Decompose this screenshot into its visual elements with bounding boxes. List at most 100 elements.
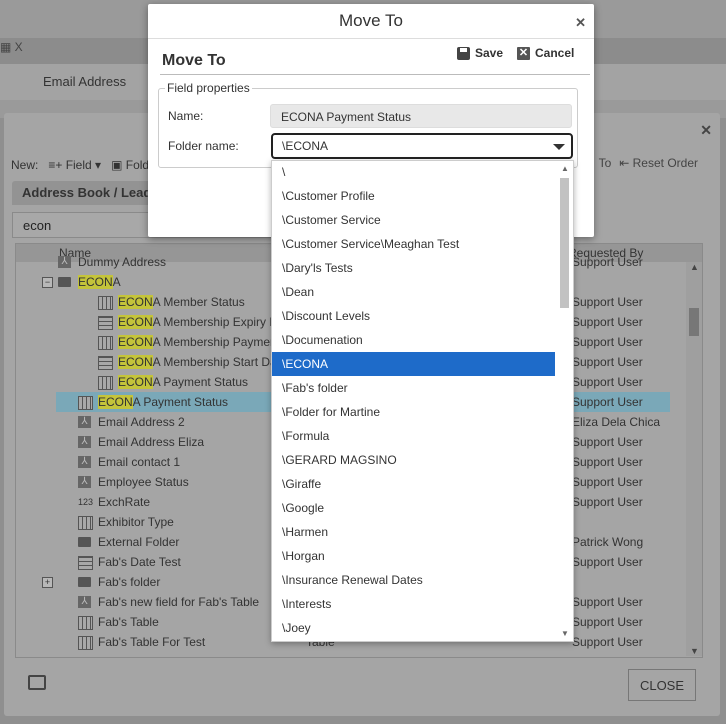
row-requested-by: Support User (572, 295, 643, 309)
scroll-down-icon[interactable]: ▼ (561, 629, 569, 638)
folder-icon (78, 577, 91, 587)
scroll-up-icon[interactable]: ▲ (561, 164, 569, 173)
dropdown-option[interactable]: \Joey (272, 616, 555, 640)
row-requested-by: Support User (572, 255, 643, 269)
folder-icon (78, 537, 91, 547)
move-to-button[interactable]: To (599, 156, 612, 170)
search-match-highlight: ECON (118, 335, 153, 349)
fieldset-legend: Field properties (165, 81, 252, 95)
search-match-highlight: ECON (98, 395, 133, 409)
dropdown-option[interactable]: \Folder for Martine (272, 400, 555, 424)
search-match-highlight: ECON (118, 295, 153, 309)
calendar-icon (98, 356, 113, 370)
table-field-icon (98, 296, 113, 310)
dropdown-option[interactable]: \Customer Service (272, 208, 555, 232)
row-requested-by: Support User (572, 495, 643, 509)
text-field-icon: ⅄ (78, 596, 91, 608)
dropdown-option[interactable]: \Dean (272, 280, 555, 304)
tab-address-book[interactable]: Address Book / Lead (12, 181, 162, 205)
dropdown-scrollbar[interactable]: ▲ ▼ (556, 161, 573, 641)
text-field-icon: ⅄ (78, 456, 91, 468)
row-requested-by: Support User (572, 635, 643, 649)
folder-name-select[interactable]: \ECONA (271, 133, 573, 159)
search-match-highlight: ECON (118, 375, 153, 389)
folder-dropdown-list: \ \Customer Profile \Customer Service \Cust… (271, 160, 574, 642)
monitor-icon[interactable] (28, 675, 46, 690)
dropdown-option[interactable]: \Formula (272, 424, 555, 448)
collapse-icon[interactable]: − (42, 277, 53, 288)
dropdown-option[interactable]: \Giraffe (272, 472, 555, 496)
row-name: ExchRate (98, 495, 151, 509)
close-icon[interactable]: ✕ (700, 122, 712, 139)
dropdown-scroll-thumb[interactable] (560, 178, 569, 308)
dropdown-option[interactable]: \Harmen (272, 520, 555, 544)
table-field-icon (78, 396, 93, 410)
search-match-highlight: ECON (78, 275, 113, 289)
dropdown-option[interactable]: \Customer Service\Meaghan Test (272, 232, 555, 256)
new-folder-button[interactable]: ▣ Fold (111, 158, 149, 172)
scroll-up-icon[interactable]: ▲ (690, 262, 699, 272)
scroll-down-icon[interactable]: ▼ (690, 646, 699, 656)
search-match-highlight: ECON (118, 315, 153, 329)
close-button[interactable]: CLOSE (628, 669, 696, 701)
table-field-icon (78, 616, 93, 630)
calendar-icon (78, 556, 93, 570)
dropdown-option[interactable]: \Insurance Renewal Dates (272, 568, 555, 592)
dropdown-option[interactable]: \GERARD MAGSINO (272, 448, 555, 472)
reset-order-button[interactable]: ⇤ Reset Order (619, 156, 698, 170)
row-name: Fab's new field for Fab's Table (98, 595, 260, 609)
row-name: ECONA Member Status (118, 295, 245, 309)
row-requested-by: Support User (572, 555, 643, 569)
row-requested-by: Support User (572, 455, 643, 469)
row-requested-by: Support User (572, 335, 643, 349)
close-icon[interactable]: ✕ (575, 15, 586, 31)
row-name: Employee Status (98, 475, 189, 489)
text-field-icon: ⅄ (58, 256, 71, 268)
dropdown-option[interactable]: \Google (272, 496, 555, 520)
new-field-button[interactable]: ≡+ Field ▾ (48, 158, 101, 172)
new-label: New: (11, 158, 39, 172)
table-field-icon (98, 336, 113, 350)
scroll-thumb[interactable] (689, 308, 699, 336)
save-button[interactable]: Save (457, 46, 503, 60)
row-requested-by: Patrick Wong (572, 535, 644, 549)
row-requested-by: Support User (572, 395, 643, 409)
dropdown-option[interactable]: \Customer Profile (272, 184, 555, 208)
dropdown-option[interactable]: \ECONA (272, 352, 555, 376)
row-requested-by: Support User (572, 475, 643, 489)
row-name: Fab's Table For Test (98, 635, 206, 649)
text-field-icon: ⅄ (78, 476, 91, 488)
row-name: ECONA Membership Expiry Date (118, 315, 295, 329)
row-requested-by: Support User (572, 375, 643, 389)
grid-scrollbar[interactable]: ▲ ▼ (686, 262, 702, 656)
row-name: ECONA Membership Start Date (118, 355, 287, 369)
dropdown-option[interactable]: \Documenation (272, 328, 555, 352)
calendar-icon (98, 316, 113, 330)
dropdown-option[interactable]: \Discount Levels (272, 304, 555, 328)
email-column-header: Email Address (43, 74, 127, 89)
row-name: External Folder (98, 535, 180, 549)
toolbar: New: ≡+ Field ▾ ▣ Fold (11, 156, 149, 174)
table-field-icon (78, 516, 93, 530)
dropdown-option[interactable]: \Fab's folder (272, 376, 555, 400)
search-match-highlight: ECON (118, 355, 153, 369)
dropdown-option[interactable]: \Horgan (272, 544, 555, 568)
cancel-label: Cancel (535, 46, 575, 60)
folder-name-label: Folder name: (168, 139, 239, 153)
row-name: Email Address 2 (98, 415, 185, 429)
name-field: ECONA Payment Status (270, 104, 572, 128)
row-requested-by: Support User (572, 615, 643, 629)
dropdown-option[interactable]: \Interests (272, 592, 555, 616)
row-requested-by: Support User (572, 355, 643, 369)
cancel-button[interactable]: ✕ Cancel (517, 46, 574, 60)
dropdown-option[interactable]: \ (272, 161, 555, 184)
dropdown-option[interactable]: \Dary'ls Tests (272, 256, 555, 280)
toolbar-right: To ⇤ Reset Order (599, 156, 698, 170)
name-label: Name: (168, 109, 204, 123)
row-requested-by: Support User (572, 595, 643, 609)
row-name: Email contact 1 (98, 455, 181, 469)
text-field-icon: ⅄ (78, 416, 91, 428)
chevron-down-icon (553, 144, 565, 150)
row-name: Email Address Eliza (98, 435, 205, 449)
expand-icon[interactable]: + (42, 577, 53, 588)
